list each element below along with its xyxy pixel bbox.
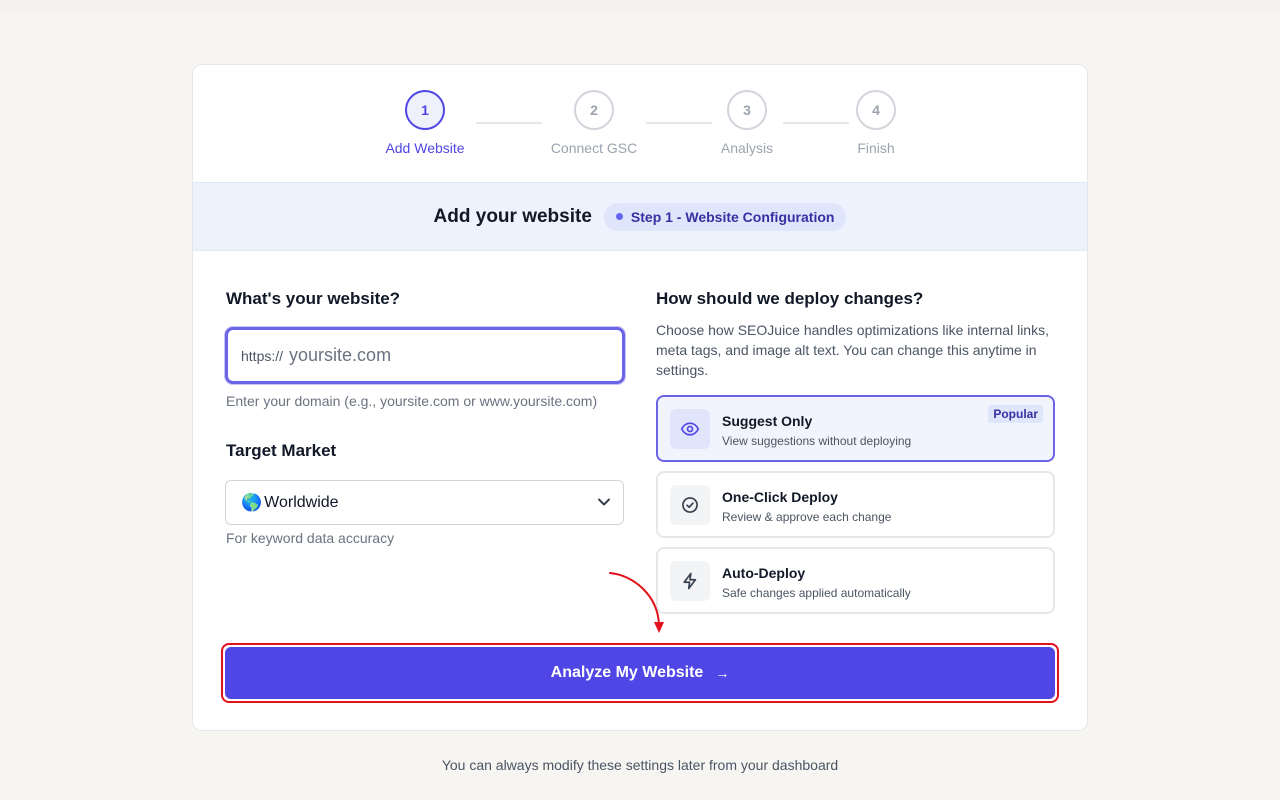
analyze-website-button[interactable]: Analyze My Website → (225, 647, 1055, 699)
option-icon-box (670, 409, 710, 449)
option-icon-box (670, 485, 710, 525)
globe-icon: 🌎 (241, 492, 263, 512)
stepper: 1 Add Website 2 Connect GSC 3 Analysis 4… (193, 65, 1087, 182)
step-banner: Add your website Step 1 - Website Config… (193, 182, 1087, 251)
lightning-icon (683, 572, 697, 590)
option-title: Auto-Deploy (722, 565, 806, 581)
badge-label: Step 1 - Website Configuration (630, 208, 835, 225)
step-3-circle: 3 (727, 90, 767, 130)
option-title: One-Click Deploy (722, 489, 838, 505)
deploy-option-one-click[interactable]: One-Click Deploy Review & approve each c… (656, 471, 1055, 538)
option-icon-box (670, 561, 710, 601)
annotation-arrow-icon (609, 572, 664, 633)
option-subtitle: Review & approve each change (722, 510, 892, 524)
url-prefix: https:// (241, 347, 284, 364)
option-subtitle: Safe changes applied automatically (722, 586, 911, 600)
step-4: 4 Finish (806, 90, 946, 156)
onboarding-card: 1 Add Website 2 Connect GSC 3 Analysis 4… (192, 64, 1088, 731)
website-hint: Enter your domain (e.g., yoursite.com or… (226, 393, 598, 409)
step-2: 2 Connect GSC (524, 90, 664, 156)
step-badge: Step 1 - Website Configuration (603, 202, 847, 231)
chevron-down-icon (598, 498, 610, 506)
step-4-circle: 4 (856, 90, 896, 130)
step-1: 1 Add Website (355, 90, 495, 156)
step-4-label: Finish (857, 140, 895, 156)
deploy-option-suggest-only[interactable]: Suggest Only View suggestions without de… (656, 395, 1055, 462)
banner-title: Add your website (433, 205, 592, 227)
step-1-circle: 1 (405, 90, 445, 130)
website-input[interactable] (289, 345, 590, 366)
option-title: Suggest Only (722, 413, 813, 429)
step-2-label: Connect GSC (550, 140, 638, 156)
deploy-option-auto-deploy[interactable]: Auto-Deploy Safe changes applied automat… (656, 547, 1055, 614)
deploy-description: Choose how SEOJuice handles optimization… (656, 322, 1049, 378)
step-3-label: Analysis (720, 140, 774, 156)
cta-label: Analyze My Website (550, 664, 704, 681)
footer-note: You can always modify these settings lat… (441, 757, 839, 773)
option-subtitle: View suggestions without deploying (722, 434, 912, 448)
popular-badge: Popular (988, 405, 1043, 423)
check-circle-icon (682, 497, 698, 513)
eye-icon (680, 422, 700, 436)
market-heading: Target Market (226, 441, 337, 460)
website-input-wrapper[interactable]: https:// (225, 327, 625, 384)
website-heading: What's your website? (226, 289, 401, 308)
step-2-circle: 2 (574, 90, 614, 130)
badge-dot-icon (615, 213, 623, 220)
market-selected-value: Worldwide (264, 493, 339, 511)
market-hint: For keyword data accuracy (226, 530, 395, 546)
deploy-heading: How should we deploy changes? (656, 289, 924, 308)
market-select[interactable]: 🌎 Worldwide (225, 480, 624, 525)
top-strip (0, 0, 1280, 14)
arrow-right-icon: → (715, 665, 730, 681)
step-1-label: Add Website (385, 140, 465, 156)
